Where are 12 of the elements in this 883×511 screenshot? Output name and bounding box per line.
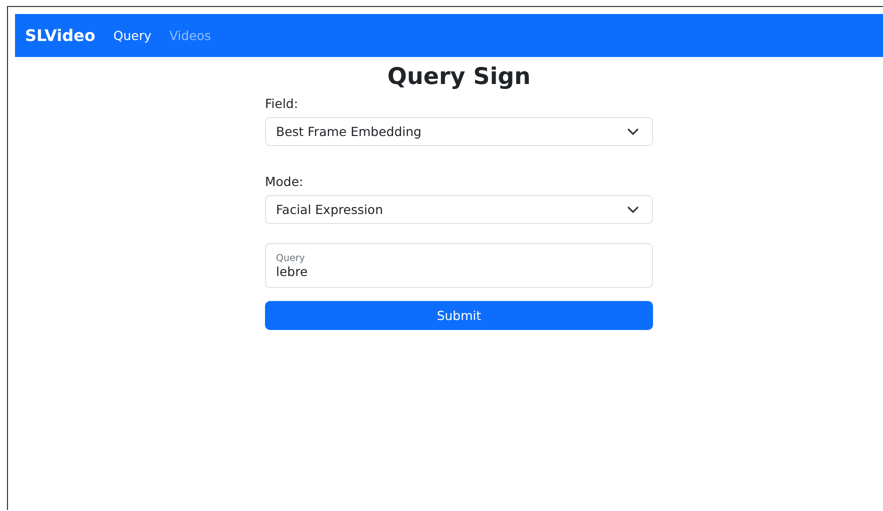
chevron-down-icon <box>627 128 639 136</box>
nav-link[interactable]: Query <box>113 28 152 43</box>
nav-link[interactable]: Videos <box>169 28 211 43</box>
page-title: Query Sign <box>387 63 531 92</box>
chevron-down-icon <box>627 206 639 214</box>
field-label: Field: <box>265 96 298 111</box>
select-field[interactable]: Facial Expression <box>265 195 653 224</box>
query-field[interactable]: Query lebre <box>265 243 653 288</box>
brand-logo[interactable]: SLVideo <box>25 26 96 45</box>
submit-button[interactable]: Submit <box>265 301 653 330</box>
select-field[interactable]: Best Frame Embedding <box>265 117 653 146</box>
field-label: Mode: <box>265 174 304 189</box>
